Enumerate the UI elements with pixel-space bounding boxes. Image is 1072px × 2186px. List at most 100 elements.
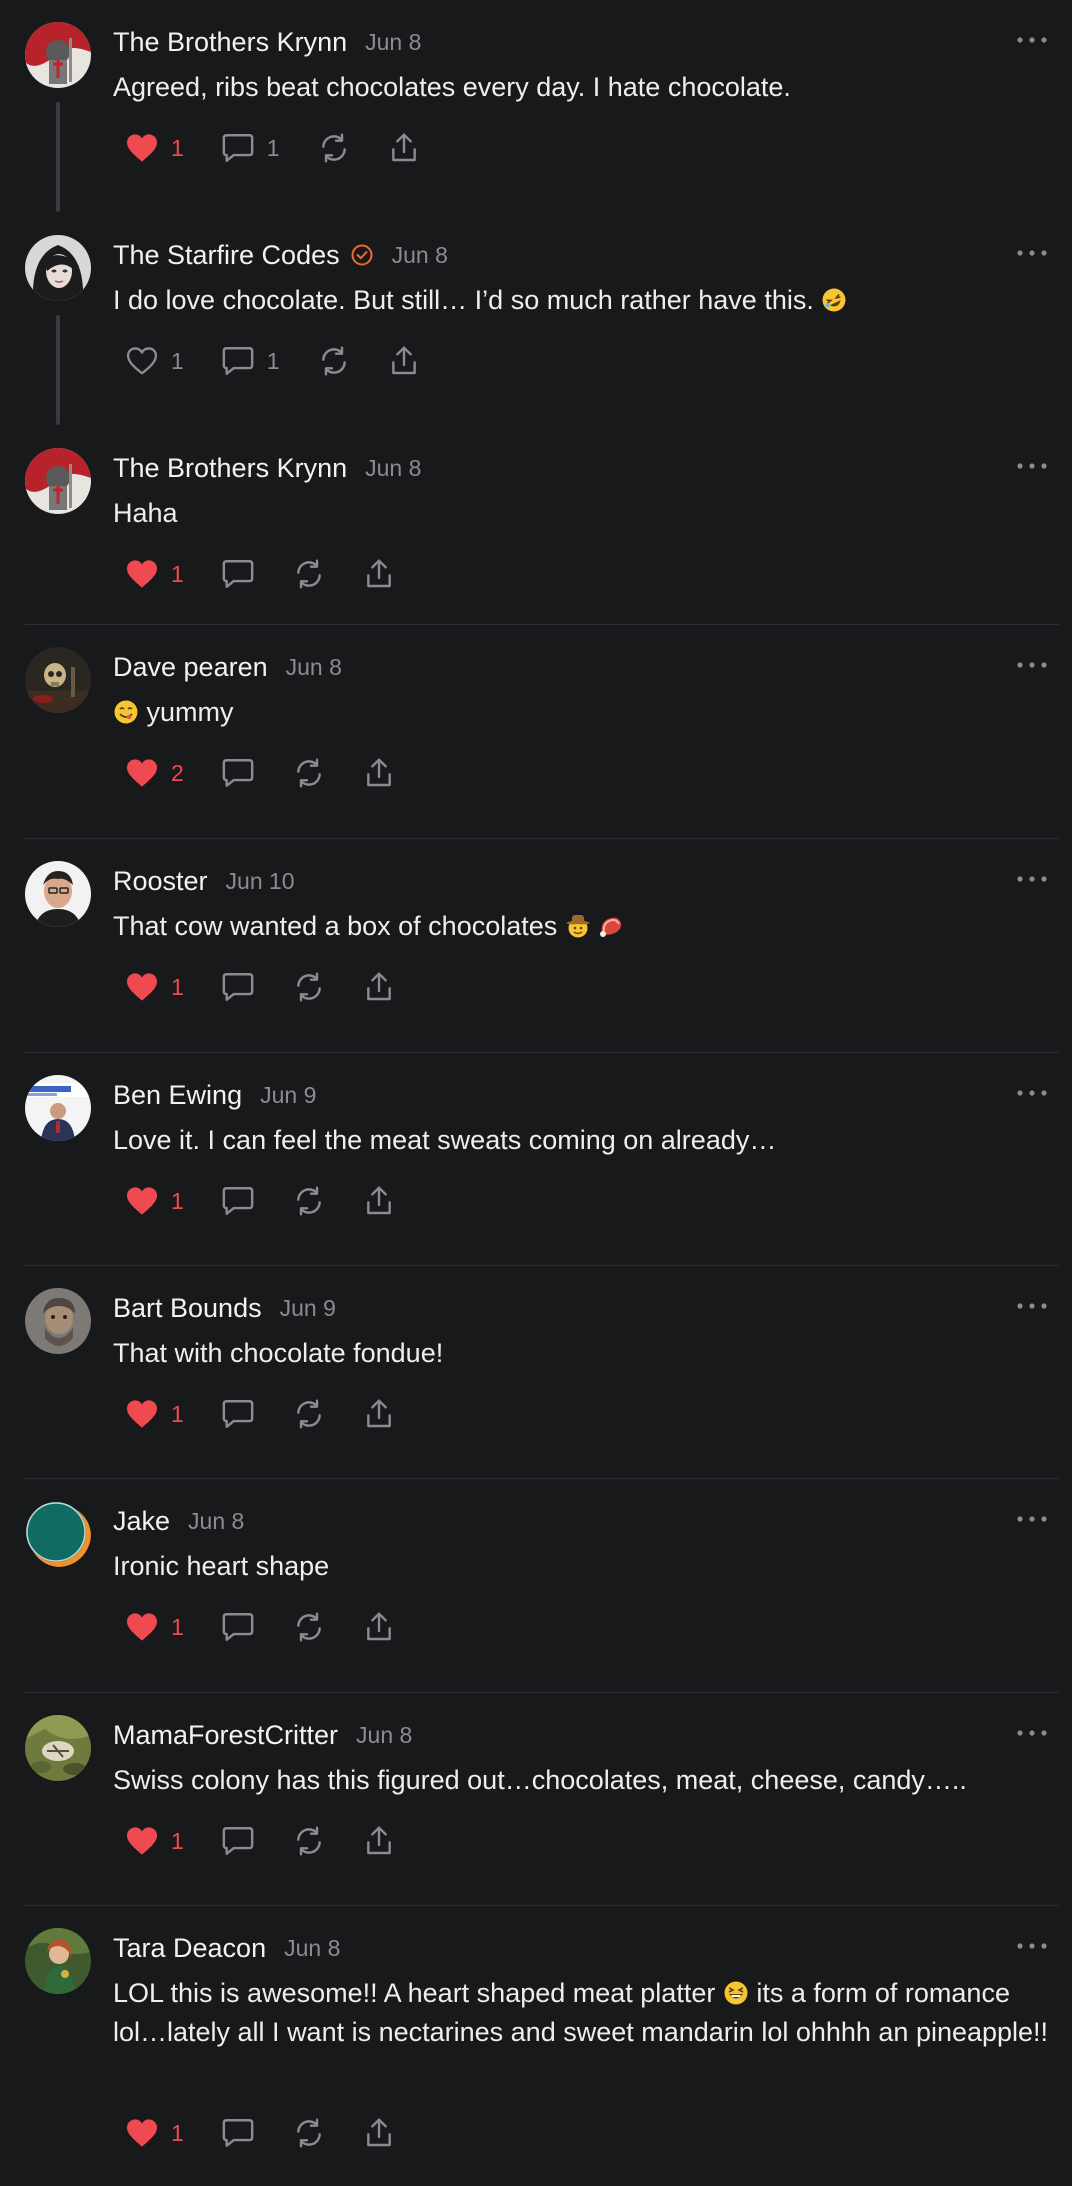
author-name[interactable]: MamaForestCritter [113, 1720, 338, 1751]
heart-filled-icon [127, 973, 157, 1001]
more-options-button[interactable] [1012, 655, 1052, 675]
like-count: 2 [171, 759, 184, 786]
author-name[interactable]: Bart Bounds [113, 1293, 262, 1324]
repost-button[interactable] [292, 2113, 326, 2153]
share-button[interactable] [363, 1821, 395, 1861]
repost-button[interactable] [292, 1394, 326, 1434]
action-bar: 1 [125, 1181, 395, 1221]
like-button[interactable]: 1 [125, 341, 184, 381]
repost-icon [296, 2118, 321, 2148]
author-name[interactable]: Rooster [113, 866, 208, 897]
author-name[interactable]: Ben Ewing [113, 1080, 242, 1111]
post: Jake Jun 8 Ironic heart shape 1 [0, 1479, 1072, 1693]
cowboy-face-emoji-icon [565, 913, 591, 939]
more-options-button[interactable] [1012, 1509, 1052, 1529]
author-name[interactable]: Tara Deacon [113, 1933, 266, 1964]
avatar[interactable] [25, 861, 91, 927]
repost-button[interactable] [292, 1607, 326, 1647]
post: Ben Ewing Jun 9 Love it. I can feel the … [0, 1053, 1072, 1266]
author-name[interactable]: Jake [113, 1506, 170, 1537]
share-button[interactable] [363, 967, 395, 1007]
reply-button[interactable] [221, 554, 255, 594]
repost-button[interactable] [292, 967, 326, 1007]
like-button[interactable]: 2 [125, 753, 184, 793]
more-options-button[interactable] [1012, 869, 1052, 889]
post-date[interactable]: Jun 9 [280, 1295, 336, 1322]
repost-button[interactable] [292, 1821, 326, 1861]
author-name[interactable]: Dave pearen [113, 652, 268, 683]
reply-button[interactable] [221, 967, 255, 1007]
rolling-on-floor-laughing-emoji-icon [821, 287, 847, 313]
share-button[interactable] [363, 753, 395, 793]
share-button[interactable] [363, 1181, 395, 1221]
avatar[interactable] [25, 647, 91, 713]
author-name[interactable]: The Brothers Krynn [113, 27, 347, 58]
comment-icon [222, 1400, 254, 1428]
post: Bart Bounds Jun 9 That with chocolate fo… [0, 1266, 1072, 1479]
repost-button[interactable] [292, 753, 326, 793]
like-button[interactable]: 1 [125, 1181, 184, 1221]
reply-button[interactable] [221, 1394, 255, 1434]
like-button[interactable]: 1 [125, 554, 184, 594]
repost-button[interactable] [317, 128, 351, 168]
like-button[interactable]: 1 [125, 2113, 184, 2153]
more-options-button[interactable] [1012, 456, 1052, 476]
post-text-container: LOL this is awesome!! A heart shaped mea… [113, 1974, 1054, 2052]
share-button[interactable] [388, 128, 420, 168]
ellipsis-icon [1017, 463, 1047, 469]
post-date[interactable]: Jun 8 [365, 455, 421, 482]
share-button[interactable] [363, 1394, 395, 1434]
reply-button[interactable]: 1 [221, 341, 280, 381]
more-options-button[interactable] [1012, 243, 1052, 263]
share-button[interactable] [363, 2113, 395, 2153]
share-icon [366, 972, 391, 1001]
avatar[interactable] [25, 1928, 91, 1994]
avatar[interactable] [25, 235, 91, 301]
post-date[interactable]: Jun 8 [365, 29, 421, 56]
reply-button[interactable] [221, 1821, 255, 1861]
post-date[interactable]: Jun 8 [188, 1508, 244, 1535]
post-date[interactable]: Jun 9 [260, 1082, 316, 1109]
avatar[interactable] [25, 1075, 91, 1141]
post-date[interactable]: Jun 8 [286, 654, 342, 681]
more-options-button[interactable] [1012, 30, 1052, 50]
post-date[interactable]: Jun 8 [356, 1722, 412, 1749]
more-options-button[interactable] [1012, 1296, 1052, 1316]
repost-button[interactable] [292, 554, 326, 594]
share-icon [366, 1399, 391, 1428]
like-button[interactable]: 1 [125, 1607, 184, 1647]
share-button[interactable] [363, 554, 395, 594]
like-count: 1 [171, 560, 184, 587]
like-button[interactable]: 1 [125, 128, 184, 168]
author-name[interactable]: The Starfire Codes [113, 240, 340, 271]
reply-button[interactable] [221, 753, 255, 793]
more-options-button[interactable] [1012, 1723, 1052, 1743]
like-button[interactable]: 1 [125, 967, 184, 1007]
heart-filled-icon [127, 1613, 157, 1641]
heart-filled-icon [127, 560, 157, 588]
reply-button[interactable] [221, 1181, 255, 1221]
avatar[interactable] [25, 1501, 91, 1567]
reply-button[interactable] [221, 2113, 255, 2153]
post: Tara Deacon Jun 8 LOL this is awesome!! … [0, 1906, 1072, 2186]
share-button[interactable] [388, 341, 420, 381]
avatar[interactable] [25, 22, 91, 88]
reply-button[interactable]: 1 [221, 128, 280, 168]
more-options-button[interactable] [1012, 1083, 1052, 1103]
post-date[interactable]: Jun 10 [226, 868, 295, 895]
avatar[interactable] [25, 1288, 91, 1354]
repost-button[interactable] [292, 1181, 326, 1221]
like-count: 1 [171, 1187, 184, 1214]
like-button[interactable]: 1 [125, 1821, 184, 1861]
more-options-button[interactable] [1012, 1936, 1052, 1956]
repost-button[interactable] [317, 341, 351, 381]
post-date[interactable]: Jun 8 [392, 242, 448, 269]
avatar[interactable] [25, 1715, 91, 1781]
author-name[interactable]: The Brothers Krynn [113, 453, 347, 484]
like-button[interactable]: 1 [125, 1394, 184, 1434]
reply-button[interactable] [221, 1607, 255, 1647]
avatar[interactable] [25, 448, 91, 514]
ellipsis-icon [1017, 1516, 1047, 1522]
post-date[interactable]: Jun 8 [284, 1935, 340, 1962]
share-button[interactable] [363, 1607, 395, 1647]
